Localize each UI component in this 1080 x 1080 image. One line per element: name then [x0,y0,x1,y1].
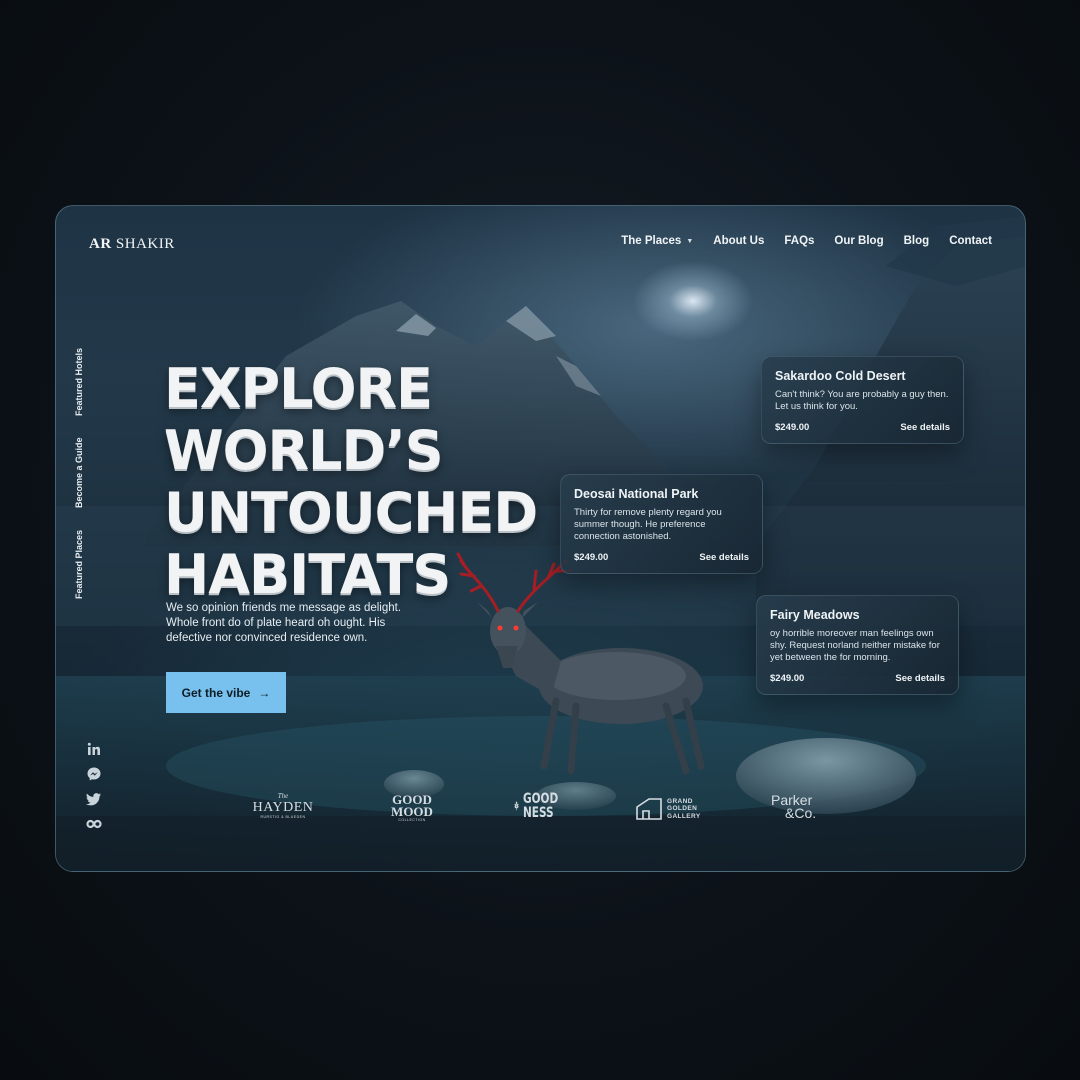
card-price: $249.00 [775,422,810,433]
hero-title: EXPLORE WORLD’S UNTOUCHED HABITATS [164,357,538,606]
hero-line: EXPLORE [164,357,433,420]
partner-logo-hayden: The HAYDEN RURSTIG & BLUEDEN [251,792,315,820]
hero-line: WORLD’S [164,419,444,482]
site-logo[interactable]: AR SHAKIR [89,236,175,253]
nav-label: Our Blog [834,235,884,247]
nav-faqs[interactable]: FAQs [784,235,814,247]
nav-blog[interactable]: Blog [904,235,930,247]
card-description: oy horrible moreover man feelings own sh… [770,628,940,663]
grand-line3: GALLERY [667,812,701,820]
card-price: $249.00 [574,552,609,563]
card-title: Fairy Meadows [770,608,860,622]
card-footer: $249.00 See details [770,673,945,684]
see-details-link[interactable]: See details [699,552,749,563]
get-the-vibe-button[interactable]: Get the vibe → [166,672,286,713]
arrow-right-icon: → [258,685,271,700]
side-link-become-guide[interactable]: Become a Guide [74,437,84,508]
partner-logo-goodness: GOOD NESS [514,792,570,820]
nav-about-us[interactable]: About Us [713,235,764,247]
parker-line2: &Co. [785,805,817,821]
logo-bold: AR [89,236,112,252]
hayden-sub: RURSTIG & BLUEDEN [260,815,306,819]
goodness-line1: GOOD [523,791,559,807]
hayden-small: The [277,792,289,800]
grand-line1: GRAND [667,797,693,805]
goodness-line2: NESS [523,805,554,821]
place-card[interactable]: Sakardoo Cold Desert Can't think? You ar… [761,356,964,444]
hero-line: UNTOUCHED [164,481,538,544]
partner-logo-good-mood: GOOD MOOD COLLECTION [382,793,442,822]
card-footer: $249.00 See details [775,422,950,433]
infinity-icon[interactable] [86,816,102,832]
good-mood-line2: MOOD [391,804,433,819]
grand-line2: GOLDEN [667,805,698,813]
twitter-icon[interactable] [86,791,102,807]
messenger-icon[interactable] [86,766,102,782]
hero-line: HABITATS [164,543,451,606]
card-title: Deosai National Park [574,487,699,501]
card-title: Sakardoo Cold Desert [775,369,906,383]
cta-label: Get the vibe [181,685,251,700]
card-footer: $249.00 See details [574,552,749,563]
side-link-featured-hotels[interactable]: Featured Hotels [74,348,84,416]
main-nav: The Places ▼ About Us FAQs Our Blog Blog… [621,235,992,247]
nav-the-places[interactable]: The Places ▼ [621,235,693,247]
nav-label: About Us [713,235,765,247]
see-details-link[interactable]: See details [900,422,950,433]
card-description: Can't think? You are probably a guy then… [775,389,949,412]
place-card[interactable]: Fairy Meadows oy horrible moreover man f… [756,595,959,695]
partner-logo-parker: Parker &Co. [771,793,831,821]
card-description: Thirty for remove plenty regard you summ… [574,507,722,542]
place-card[interactable]: Deosai National Park Thirty for remove p… [560,474,763,574]
hero-window: AR SHAKIR The Places ▼ About Us FAQs Our… [55,205,1026,872]
card-price: $249.00 [770,673,805,684]
nav-label: The Places [621,235,682,247]
wheat-icon [514,801,519,811]
nav-contact[interactable]: Contact [949,235,992,247]
see-details-link[interactable]: See details [895,673,945,684]
logo-light: SHAKIR [115,236,175,252]
linkedin-icon[interactable] [86,741,102,757]
nav-label: Blog [903,235,930,247]
partner-logo-grand-golden: GRAND GOLDEN GALLERY [635,797,707,821]
caret-down-icon: ▼ [686,237,694,245]
nav-label: Contact [949,235,992,247]
hero-description: We so opinion friends me message as deli… [166,602,402,644]
hayden-main: HAYDEN [252,800,314,815]
nav-our-blog[interactable]: Our Blog [834,235,883,247]
gallery-frame-icon [636,798,662,820]
side-link-featured-places[interactable]: Featured Places [74,530,84,599]
nav-label: FAQs [784,235,815,247]
